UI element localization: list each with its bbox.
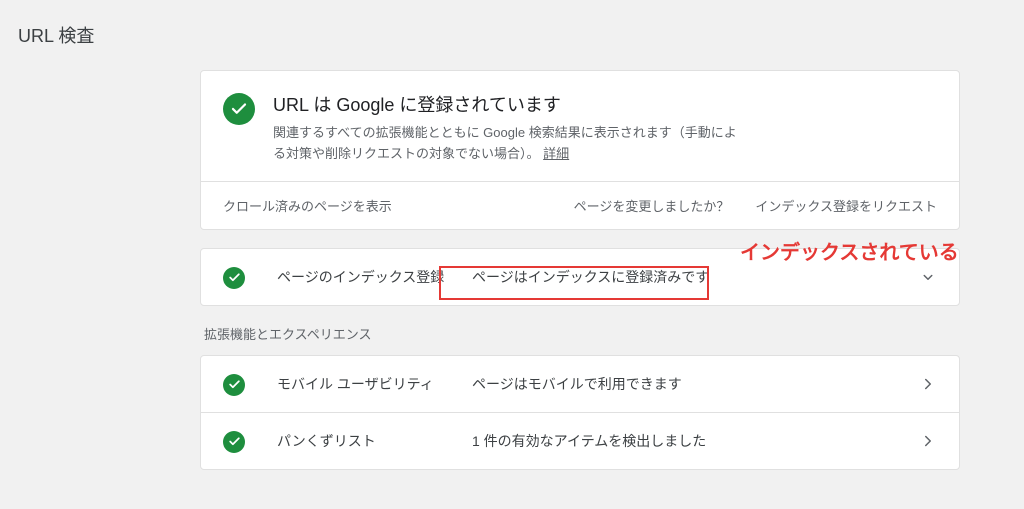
checkmark-icon: [223, 93, 255, 125]
checkmark-icon: [223, 267, 245, 289]
summary-card: URL は Google に登録されています 関連するすべての拡張機能とともに …: [200, 70, 960, 230]
page-title: URL 検査: [18, 22, 94, 48]
details-link[interactable]: 詳細: [543, 146, 569, 161]
summary-card-top: URL は Google に登録されています 関連するすべての拡張機能とともに …: [201, 71, 959, 181]
request-indexing-action[interactable]: インデックス登録をリクエスト: [755, 196, 937, 215]
summary-desc-line2: る対策や削除リクエストの対象でない場合）。: [273, 146, 540, 161]
breadcrumbs-row[interactable]: パンくずリスト 1 件の有効なアイテムを検出しました: [201, 412, 959, 469]
enhancements-card: モバイル ユーザビリティ ページはモバイルで利用できます パンくずリスト 1 件…: [200, 355, 960, 470]
chevron-down-icon: [919, 268, 937, 286]
breadcrumbs-label: パンくずリスト: [277, 431, 472, 451]
summary-title: URL は Google に登録されています: [273, 91, 737, 117]
index-status-label: ページのインデックス登録: [277, 267, 472, 287]
summary-desc-line1: 関連するすべての拡張機能とともに Google 検索結果に表示されます（手動によ: [273, 125, 737, 140]
view-crawled-page-action[interactable]: クロール済みのページを表示: [223, 196, 392, 215]
enhancements-heading: 拡張機能とエクスペリエンス: [204, 324, 960, 343]
page-changed-action[interactable]: ページを変更しましたか？: [574, 196, 730, 215]
checkmark-icon: [223, 374, 245, 396]
summary-description: 関連するすべての拡張機能とともに Google 検索結果に表示されます（手動によ…: [273, 123, 737, 165]
chevron-right-icon: [919, 432, 937, 450]
mobile-usability-label: モバイル ユーザビリティ: [277, 374, 472, 394]
breadcrumbs-value: 1 件の有効なアイテムを検出しました: [472, 431, 919, 451]
content-area: URL は Google に登録されています 関連するすべての拡張機能とともに …: [200, 70, 960, 470]
chevron-right-icon: [919, 375, 937, 393]
summary-text-block: URL は Google に登録されています 関連するすべての拡張機能とともに …: [273, 91, 737, 165]
mobile-usability-value: ページはモバイルで利用できます: [472, 374, 919, 394]
index-status-card[interactable]: ページのインデックス登録 ページはインデックスに登録済みです: [200, 248, 960, 306]
summary-actions: クロール済みのページを表示 ページを変更しましたか？ インデックス登録をリクエス…: [201, 181, 959, 229]
mobile-usability-row[interactable]: モバイル ユーザビリティ ページはモバイルで利用できます: [201, 356, 959, 412]
checkmark-icon: [223, 431, 245, 453]
index-status-row[interactable]: ページのインデックス登録 ページはインデックスに登録済みです: [201, 249, 959, 305]
index-status-value: ページはインデックスに登録済みです: [472, 267, 919, 287]
